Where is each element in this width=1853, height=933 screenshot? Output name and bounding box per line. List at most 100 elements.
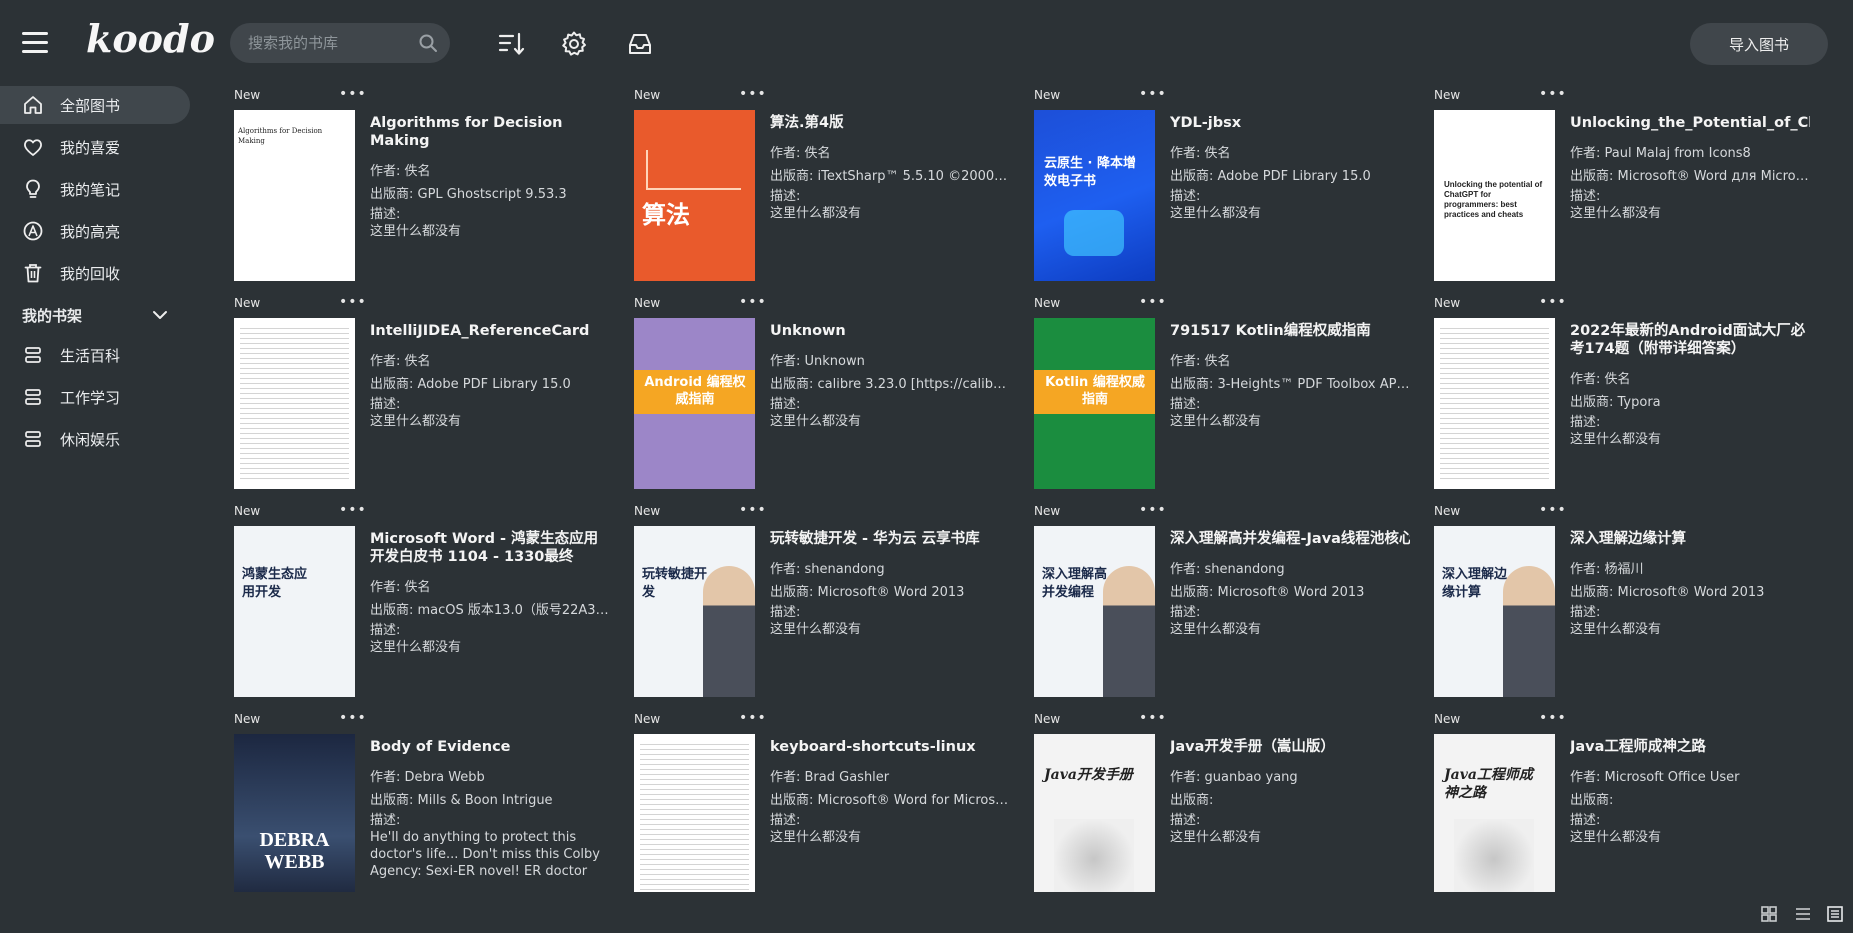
more-options-icon[interactable]: ••• [339,294,367,310]
grid-view-icon[interactable] [1760,905,1778,923]
more-options-icon[interactable]: ••• [1539,502,1567,518]
shelf-item-work[interactable]: 工作学习 [0,378,190,416]
more-options-icon[interactable]: ••• [739,294,767,310]
book-card[interactable]: New ••• 2022年最新的Android面试大厂必考174题（附带详细答案… [1434,294,1814,496]
import-books-button[interactable]: 导入图书 [1690,23,1828,65]
book-title[interactable]: IntelliJIDEA_ReferenceCard [370,322,610,340]
menu-icon[interactable] [22,32,48,54]
sidebar-item-all-books[interactable]: 全部图书 [0,86,190,124]
more-options-icon[interactable]: ••• [1539,294,1567,310]
book-cover[interactable]: Java开发手册 [1034,734,1155,892]
book-title[interactable]: 791517 Kotlin编程权威指南 [1170,322,1410,340]
cover-title: DEBRA WEBB [259,829,330,873]
book-cover[interactable]: 算法 [634,110,755,281]
book-card[interactable]: New ••• 深入理解边缘计算 深入理解边缘计算 作者: 杨福川 出版商: M… [1434,502,1814,704]
book-cover[interactable]: 深入理解边缘计算 [1434,526,1555,697]
more-options-icon[interactable]: ••• [1539,710,1567,726]
book-card[interactable]: New ••• DEBRA WEBB Body of Evidence 作者: … [234,710,614,892]
heart-icon [24,139,42,156]
book-publisher: 出版商: Microsoft® Word для Microsoft 365 [1570,169,1810,184]
book-publisher: 出版商: iTextSharp™ 5.5.10 ©2000-2016 iText… [770,169,1010,184]
cover-title: 鸿蒙生态应用开发 [242,567,308,600]
book-cover[interactable]: Algorithms for Decision Making [234,110,355,281]
more-options-icon[interactable]: ••• [339,86,367,102]
sidebar-item-trash[interactable]: 我的回收 [0,254,190,292]
book-card[interactable]: New ••• 算法 算法.第4版 作者: 佚名 出版商: iTextSharp… [634,86,1014,288]
more-options-icon[interactable]: ••• [739,502,767,518]
book-card[interactable]: New ••• Kotlin 编程权威指南 791517 Kotlin编程权威指… [1034,294,1414,496]
book-card[interactable]: New ••• Algorithms for Decision Making A… [234,86,614,288]
book-card[interactable]: New ••• 鸿蒙生态应用开发 Microsoft Word - 鸿蒙生态应用… [234,502,614,704]
book-author: 作者: Debra Webb [370,770,485,785]
cover-title: 云原生 · 降本增效电子书 [1044,156,1136,189]
book-cover[interactable]: 深入理解高并发编程 [1034,526,1155,697]
cover-title: Java工程师成神之路 [1444,767,1533,801]
book-card[interactable]: New ••• 玩转敏捷开发 玩转敏捷开发 - 华为云 云享书库 作者: she… [634,502,1014,704]
sort-icon[interactable] [497,30,525,58]
book-card[interactable]: New ••• Java工程师成神之路 Java工程师成神之路 作者: Micr… [1434,710,1814,892]
book-title[interactable]: 深入理解高并发编程-Java线程池核心技术0819 [1170,530,1410,548]
book-card[interactable]: New ••• Java开发手册 Java开发手册（嵩山版） 作者: guanb… [1034,710,1414,892]
more-options-icon[interactable]: ••• [339,710,367,726]
book-cover[interactable] [234,318,355,489]
shelf-item-life[interactable]: 生活百科 [0,336,190,374]
book-title[interactable]: 深入理解边缘计算 [1570,530,1810,548]
book-title[interactable]: 2022年最新的Android面试大厂必考174题（附带详细答案） [1570,322,1810,358]
book-title[interactable]: keyboard-shortcuts-linux [770,738,1010,756]
book-card[interactable]: New ••• 云原生 · 降本增效电子书 YDL-jbsx 作者: 佚名 出版… [1034,86,1414,288]
book-desc-label: 描述: [370,397,401,412]
book-cover[interactable] [1434,318,1555,489]
book-cover[interactable]: Android 编程权威指南 [634,318,755,489]
book-card[interactable]: New ••• IntelliJIDEA_ReferenceCard 作者: 佚… [234,294,614,496]
book-title[interactable]: YDL-jbsx [1170,114,1410,132]
book-cover[interactable]: 鸿蒙生态应用开发 [234,526,355,697]
more-options-icon[interactable]: ••• [739,710,767,726]
book-cover[interactable]: Java工程师成神之路 [1434,734,1555,892]
book-cover[interactable]: Kotlin 编程权威指南 [1034,318,1155,489]
book-info: keyboard-shortcuts-linux 作者: Brad Gashle… [770,738,1010,846]
more-options-icon[interactable]: ••• [1139,710,1167,726]
search-box[interactable] [230,23,450,63]
book-cover[interactable]: 玩转敏捷开发 [634,526,755,697]
book-card[interactable]: New ••• Unlocking the potential of ChatG… [1434,86,1814,288]
search-input[interactable] [248,23,408,63]
book-cover[interactable] [634,734,755,892]
chevron-down-icon[interactable] [152,308,168,322]
book-card[interactable]: New ••• Android 编程权威指南 Unknown 作者: Unkno… [634,294,1014,496]
book-title[interactable]: Microsoft Word - 鸿蒙生态应用开发白皮书 1104 - 1330… [370,530,610,566]
shelf-item-leisure[interactable]: 休闲娱乐 [0,420,190,458]
book-title[interactable]: Unknown [770,322,1010,340]
more-options-icon[interactable]: ••• [739,86,767,102]
more-options-icon[interactable]: ••• [1539,86,1567,102]
book-description: 这里什么都没有 [770,622,862,637]
sidebar-item-highlights[interactable]: 我的高亮 [0,212,190,250]
card-view-icon[interactable] [1826,905,1844,923]
book-title[interactable]: Unlocking_the_Potential_of_ChatGPT [1570,114,1810,132]
book-desc-label: 描述: [370,623,401,638]
book-title[interactable]: Java开发手册（嵩山版） [1170,738,1410,756]
book-cover[interactable]: Unlocking the potential of ChatGPT for p… [1434,110,1555,281]
sidebar-item-notes[interactable]: 我的笔记 [0,170,190,208]
book-title[interactable]: Algorithms for Decision Making [370,114,610,150]
book-cover[interactable]: 云原生 · 降本增效电子书 [1034,110,1155,281]
book-title[interactable]: Body of Evidence [370,738,610,756]
search-icon[interactable] [418,33,438,53]
book-card[interactable]: New ••• keyboard-shortcuts-linux 作者: Bra… [634,710,1014,892]
book-title[interactable]: 算法.第4版 [770,114,1010,132]
more-options-icon[interactable]: ••• [1139,86,1167,102]
my-shelves-toggle[interactable]: 我的书架 [0,296,190,334]
inbox-icon[interactable] [626,30,654,58]
more-options-icon[interactable]: ••• [1139,502,1167,518]
book-card[interactable]: New ••• 深入理解高并发编程 深入理解高并发编程-Java线程池核心技术0… [1034,502,1414,704]
book-title[interactable]: 玩转敏捷开发 - 华为云 云享书库 [770,530,1010,548]
book-title[interactable]: Java工程师成神之路 [1570,738,1810,756]
settings-icon[interactable] [560,30,588,58]
more-options-icon[interactable]: ••• [339,502,367,518]
book-publisher: 出版商: Adobe PDF Library 15.0 [1170,169,1371,184]
book-info: IntelliJIDEA_ReferenceCard 作者: 佚名 出版商: A… [370,322,610,430]
more-options-icon[interactable]: ••• [1139,294,1167,310]
sidebar-item-favorites[interactable]: 我的喜爱 [0,128,190,166]
book-author: 作者: 佚名 [370,580,431,595]
book-cover[interactable]: DEBRA WEBB [234,734,355,892]
list-view-icon[interactable] [1794,905,1812,923]
